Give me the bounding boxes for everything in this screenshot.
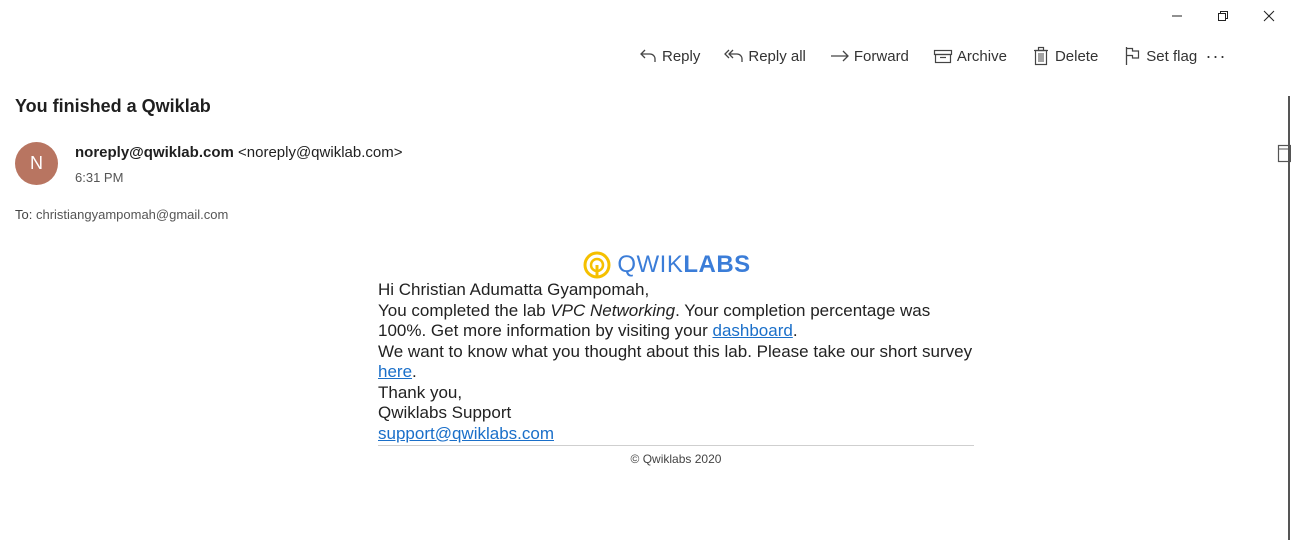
forward-icon (830, 46, 850, 66)
reply-icon (638, 46, 658, 66)
reply-all-label: Reply all (748, 47, 806, 65)
delete-button[interactable]: Delete (1031, 44, 1098, 68)
delete-label: Delete (1054, 47, 1099, 65)
archive-button[interactable]: Archive (933, 44, 1007, 68)
sender-email: <noreply@qwiklab.com> (238, 144, 403, 161)
reply-all-button[interactable]: Reply all (724, 44, 806, 68)
to-address[interactable]: christiangyampomah@gmail.com (36, 207, 228, 222)
message-toolbar: Reply Reply all Forward Archive Delete S… (638, 44, 1221, 68)
lab-name: VPC Networking (550, 300, 676, 320)
scrollbar[interactable] (1288, 96, 1290, 540)
reply-button[interactable]: Reply (638, 44, 700, 68)
completion-text-1: You completed the lab (378, 300, 551, 320)
window-controls (1154, 4, 1292, 28)
message-time: 6:31 PM (75, 170, 124, 185)
sender[interactable]: noreply@qwiklab.com <noreply@qwiklab.com… (75, 144, 402, 161)
completion-paragraph: You completed the lab VPC Networking. Yo… (378, 301, 974, 342)
survey-link[interactable]: here (378, 362, 412, 381)
greeting: Hi Christian Adumatta Gyampomah, (378, 280, 650, 299)
trash-icon (1031, 46, 1051, 66)
qwiklabs-logo-text: QWIKLABS (617, 252, 750, 276)
logo-text-bold: LABS (683, 250, 751, 278)
to-label: To: (15, 207, 33, 222)
period-1: . (792, 321, 798, 340)
set-flag-button[interactable]: Set flag (1122, 44, 1197, 68)
avatar: N (15, 142, 58, 185)
qwiklabs-logo-icon (583, 251, 611, 279)
reply-label: Reply (662, 47, 701, 65)
survey-text: We want to know what you thought about t… (378, 341, 973, 361)
logo-text-light: QWIK (617, 250, 684, 278)
more-actions-icon[interactable]: ··· (1204, 44, 1228, 68)
thanks: Thank you, (378, 382, 463, 402)
dashboard-link[interactable]: dashboard (712, 321, 792, 340)
sender-name: noreply@qwiklab.com (75, 144, 234, 161)
message-subject: You finished a Qwiklab (15, 96, 211, 116)
minimize-icon[interactable] (1154, 4, 1200, 28)
recipients: To: christiangyampomah@gmail.com (15, 207, 228, 222)
restore-icon[interactable] (1200, 4, 1246, 28)
flag-icon (1122, 46, 1142, 66)
signature: Qwiklabs Support (378, 403, 512, 422)
qwiklabs-logo: QWIKLABS (360, 248, 974, 282)
reply-all-icon (724, 46, 744, 66)
forward-button[interactable]: Forward (830, 44, 909, 68)
copyright: © Qwiklabs 2020 (630, 452, 722, 466)
support-email-link[interactable]: support@qwiklabs.com (378, 424, 554, 443)
email-body: QWIKLABS Hi Christian Adumatta Gyampomah… (378, 248, 974, 470)
close-icon[interactable] (1246, 4, 1292, 28)
archive-label: Archive (956, 47, 1007, 65)
survey-paragraph: We want to know what you thought about t… (378, 342, 974, 383)
period-2: . (412, 362, 417, 381)
forward-label: Forward (853, 47, 909, 65)
archive-icon (933, 46, 953, 66)
set-flag-label: Set flag (1146, 47, 1198, 65)
divider (378, 445, 974, 446)
